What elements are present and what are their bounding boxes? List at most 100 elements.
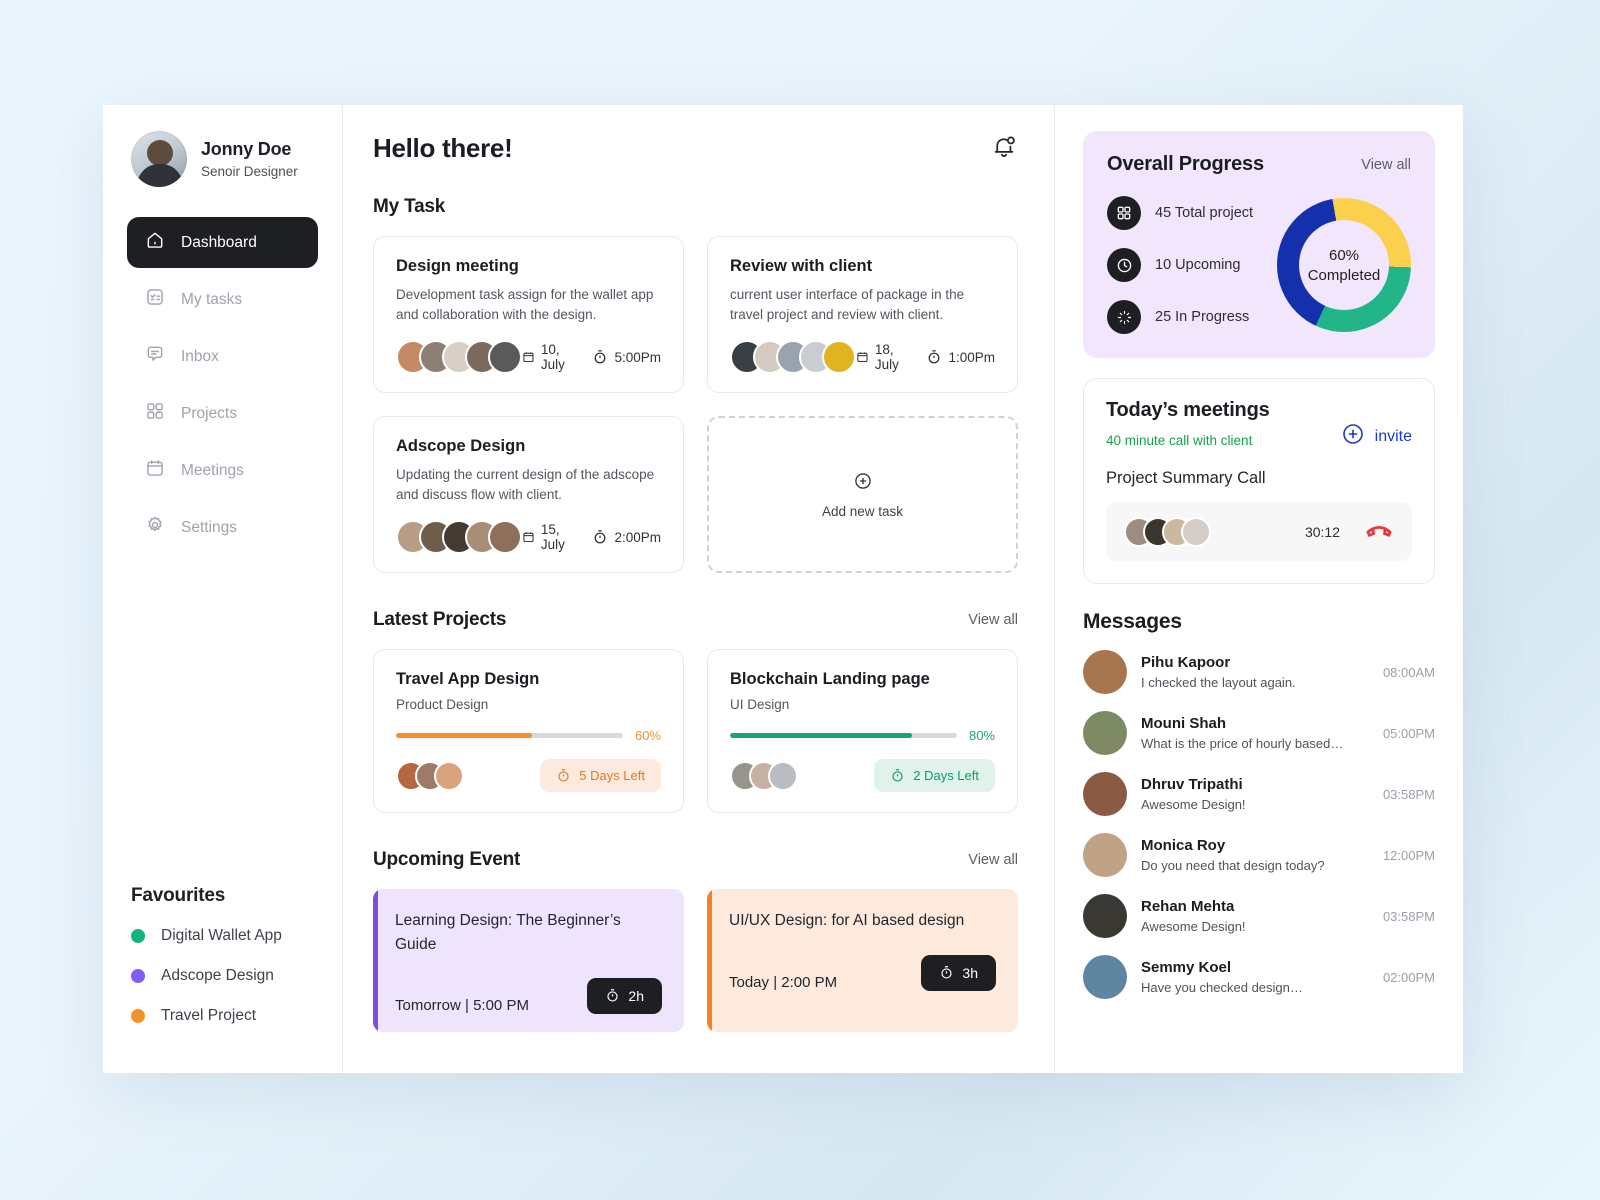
plus-circle-icon	[853, 471, 873, 494]
project-card[interactable]: Travel App Design Product Design 60% 5 D…	[373, 649, 684, 814]
event-when: Tomorrow | 5:00 PM	[395, 996, 529, 1014]
donut-center-label: Completed	[1307, 266, 1381, 284]
hangup-phone-icon[interactable]	[1364, 514, 1394, 549]
message-sender: Dhruv Tripathi	[1141, 776, 1243, 793]
message-item[interactable]: Mouni Shah What is the price of hourly b…	[1083, 711, 1435, 755]
message-preview: Do you need that design today?	[1141, 858, 1325, 873]
message-preview: Have you checked design…	[1141, 980, 1303, 995]
active-call-row: 30:12	[1106, 502, 1412, 561]
progress-percent: 80%	[968, 728, 995, 744]
latest-projects-title: Latest Projects	[373, 609, 507, 631]
profile-role: Senoir Designer	[201, 164, 298, 179]
message-sender: Semmy Koel	[1141, 959, 1232, 976]
message-preview: What is the price of hourly based…	[1141, 736, 1344, 751]
donut-center-value: 60%	[1328, 246, 1360, 264]
avatar	[1083, 894, 1127, 938]
stat-total-projects: 45 Total project	[1107, 196, 1253, 230]
message-item[interactable]: Semmy Koel Have you checked design… 02:0…	[1083, 955, 1435, 999]
task-card[interactable]: Adscope Design Updating the current desi…	[373, 416, 684, 574]
task-card[interactable]: Design meeting Development task assign f…	[373, 236, 684, 394]
color-dot	[131, 929, 145, 943]
project-subtitle: UI Design	[730, 697, 790, 713]
message-sender: Mouni Shah	[1141, 715, 1226, 732]
message-item[interactable]: Dhruv Tripathi Awesome Design! 03:58PM	[1083, 772, 1435, 816]
overall-progress-view-all[interactable]: View all	[1361, 157, 1411, 173]
user-profile[interactable]: Jonny Doe Senoir Designer	[103, 131, 342, 187]
project-title: Blockchain Landing page	[730, 670, 930, 689]
project-card[interactable]: Blockchain Landing page UI Design 80% 2 …	[707, 649, 1018, 814]
add-new-task-button[interactable]: Add new task	[707, 416, 1018, 574]
sidebar-item-inbox[interactable]: Inbox	[127, 331, 318, 382]
task-title: Design meeting	[396, 257, 519, 275]
event-card[interactable]: UI/UX Design: for AI based design Today …	[707, 889, 1018, 1032]
stat-label: 10 Upcoming	[1155, 257, 1241, 273]
clock-icon	[1107, 248, 1141, 282]
message-item[interactable]: Monica Roy Do you need that design today…	[1083, 833, 1435, 877]
sidebar-item-projects[interactable]: Projects	[127, 388, 318, 439]
timer-icon	[892, 769, 903, 782]
invite-button[interactable]: invite	[1341, 422, 1412, 451]
stat-upcoming: 10 Upcoming	[1107, 248, 1253, 282]
task-description: current user interface of package in the…	[730, 287, 965, 322]
progress-bar	[396, 733, 623, 739]
task-card[interactable]: Review with client current user interfac…	[707, 236, 1018, 394]
latest-projects-view-all[interactable]: View all	[968, 612, 1018, 628]
favourites-title: Favourites	[131, 885, 226, 906]
timer-icon	[607, 989, 619, 1002]
assignee-avatars	[730, 340, 856, 375]
grid-icon	[145, 401, 165, 426]
meeting-subtitle: 40 minute call with client	[1106, 433, 1253, 448]
sidebar-item-label: Dashboard	[181, 233, 257, 251]
message-item[interactable]: Pihu Kapoor I checked the layout again. …	[1083, 650, 1435, 694]
page-title: Hello there!	[373, 133, 513, 163]
todays-meetings-title: Today’s meetings	[1106, 399, 1270, 421]
upcoming-event-view-all[interactable]: View all	[968, 852, 1018, 868]
timer-icon	[595, 350, 606, 364]
event-card[interactable]: Learning Design: The Beginner’s Guide To…	[373, 889, 684, 1032]
call-participant-avatars	[1124, 516, 1211, 547]
sidebar-item-settings[interactable]: Settings	[127, 502, 318, 553]
project-title: Travel App Design	[396, 670, 540, 689]
upcoming-event-title: Upcoming Event	[373, 849, 521, 871]
message-time: 12:00PM	[1382, 847, 1435, 863]
loading-icon	[1107, 300, 1141, 334]
project-subtitle: Product Design	[396, 697, 489, 713]
assignee-avatars	[396, 520, 522, 555]
sidebar-item-dashboard[interactable]: Dashboard	[127, 217, 318, 268]
sidebar-item-my-tasks[interactable]: My tasks	[127, 274, 318, 325]
event-duration-badge: 2h	[587, 977, 662, 1014]
task-time: 5:00Pm	[592, 349, 661, 365]
progress-stats: 45 Total project 10 Upcoming 25 In Progr…	[1107, 196, 1253, 334]
stat-label: 45 Total project	[1155, 205, 1254, 221]
task-grid: Design meeting Development task assign f…	[373, 236, 1018, 574]
grid-icon	[1107, 196, 1141, 230]
progress-bar	[730, 733, 957, 739]
favourite-item[interactable]: Digital Wallet App	[131, 927, 314, 945]
task-description: Updating the current design of the adsco…	[396, 467, 655, 502]
message-preview: Awesome Design!	[1141, 797, 1246, 812]
notification-bell-icon[interactable]	[990, 133, 1018, 166]
timer-icon	[595, 530, 606, 544]
task-description: Development task assign for the wallet a…	[396, 287, 654, 322]
days-left-badge: 5 Days Left	[540, 759, 661, 793]
task-title: Adscope Design	[396, 437, 526, 456]
messages-list: Pihu Kapoor I checked the layout again. …	[1083, 650, 1435, 999]
timer-icon	[929, 350, 940, 364]
plus-circle-icon	[1341, 422, 1365, 451]
event-title: Learning Design: The Beginner’s Guide	[395, 912, 621, 953]
projects-grid: Travel App Design Product Design 60% 5 D…	[373, 649, 1018, 814]
sidebar-nav: Dashboard My tasks Inbox Projects Meetin…	[103, 217, 342, 553]
message-preview: Awesome Design!	[1141, 919, 1246, 934]
message-item[interactable]: Rehan Mehta Awesome Design! 03:58PM	[1083, 894, 1435, 938]
overall-progress-panel: Overall Progress View all 45 Total proje…	[1083, 131, 1435, 358]
color-dot	[131, 969, 145, 983]
event-accent-bar	[373, 889, 378, 1032]
sidebar-item-meetings[interactable]: Meetings	[127, 445, 318, 496]
favourite-item[interactable]: Travel Project	[131, 1007, 314, 1025]
favourite-item[interactable]: Adscope Design	[131, 967, 314, 985]
dashboard-window: Jonny Doe Senoir Designer Dashboard My t…	[103, 105, 1463, 1073]
stat-in-progress: 25 In Progress	[1107, 300, 1253, 334]
todays-meetings-panel: Today’s meetings 40 minute call with cli…	[1083, 378, 1435, 584]
task-date: 18, July	[856, 342, 912, 372]
project-avatars	[730, 760, 798, 791]
